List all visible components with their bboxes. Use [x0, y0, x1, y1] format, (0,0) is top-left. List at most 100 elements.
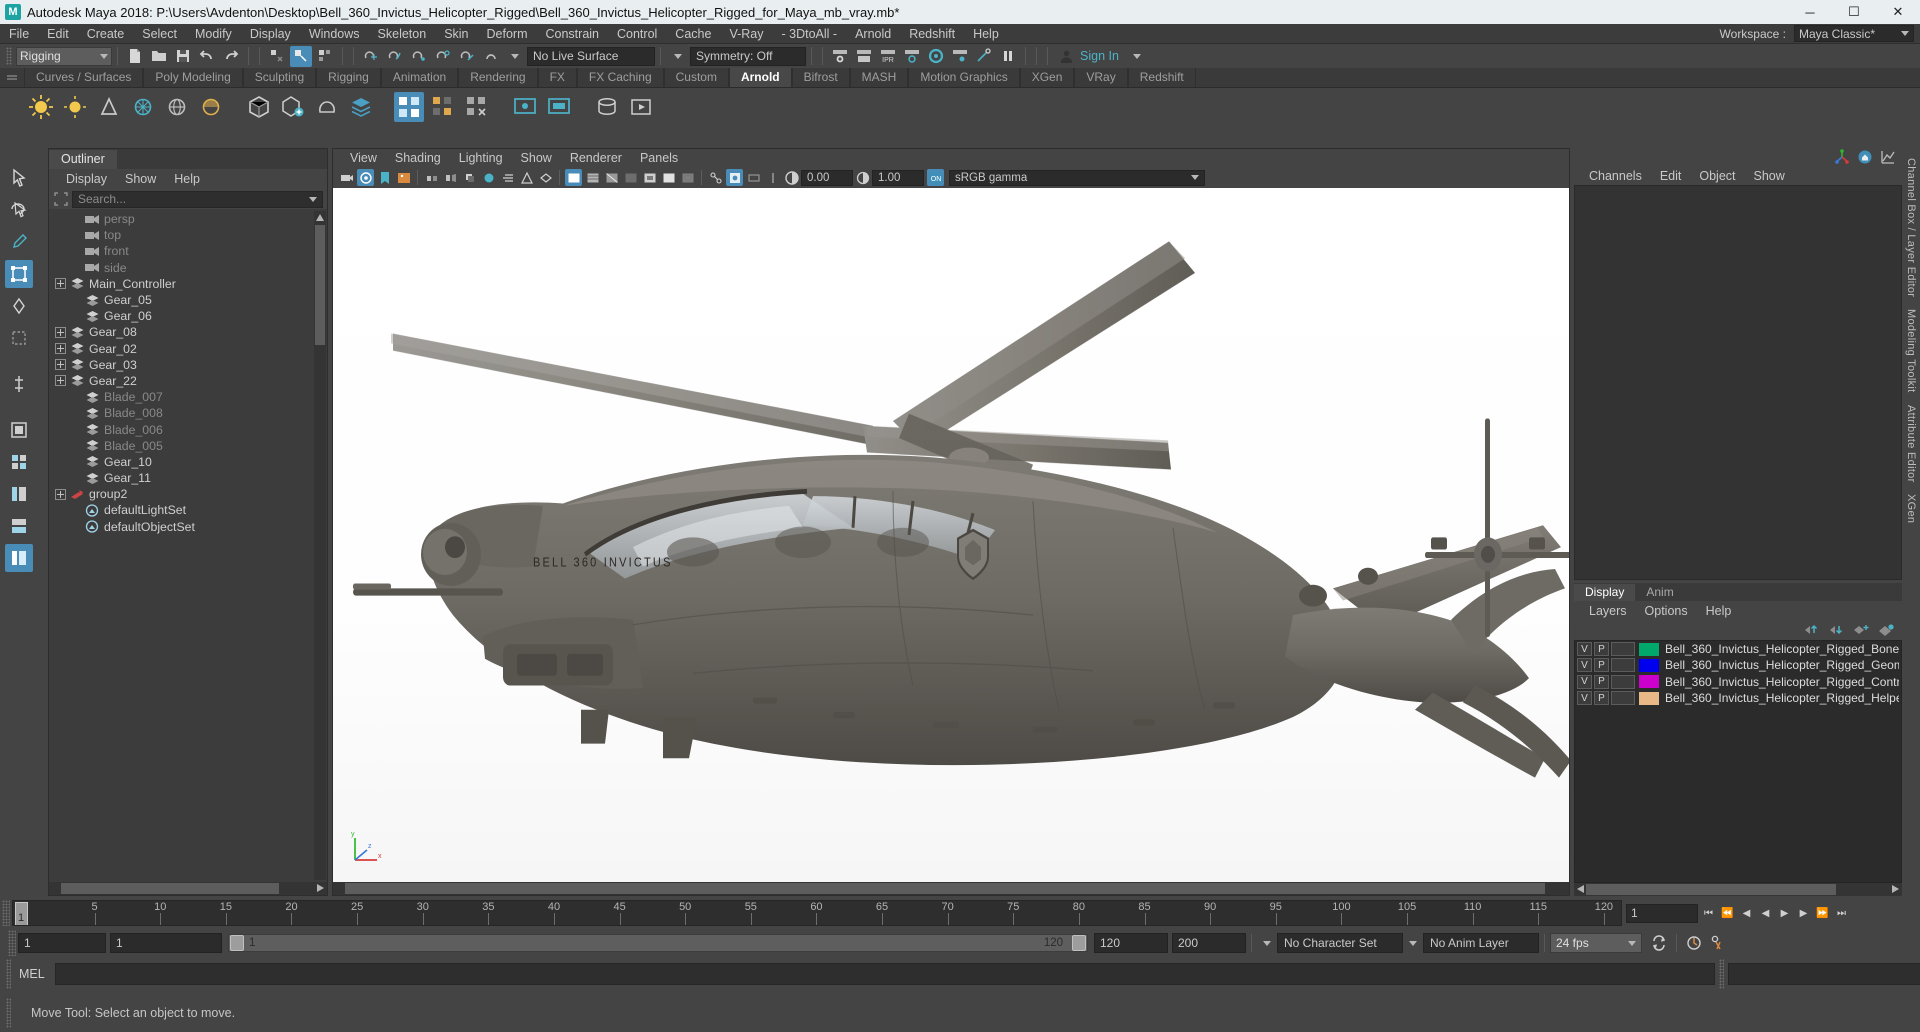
range-slider-gripper[interactable] [8, 930, 16, 956]
range-start-handle[interactable] [230, 935, 244, 951]
viewport-all-lights-icon[interactable] [442, 169, 459, 186]
menu-item-9[interactable]: Deform [478, 24, 537, 44]
arnold-play-icon[interactable] [626, 92, 656, 122]
outliner-item-18[interactable]: defaultLightSet [49, 502, 327, 518]
minimize-button[interactable]: ─ [1788, 0, 1832, 24]
save-scene-button[interactable] [172, 46, 194, 67]
paint-select-tool-button[interactable] [5, 228, 33, 256]
new-layer-from-selection-icon[interactable] [1878, 623, 1894, 637]
scroll-right-arrow-icon[interactable] [1889, 883, 1901, 895]
expander-icon-7[interactable] [55, 326, 66, 338]
menu-item-3[interactable]: Select [133, 24, 186, 44]
snap-to-point-button[interactable] [408, 46, 430, 67]
viewport-flat-shade-icon[interactable] [622, 169, 639, 186]
outliner-item-10[interactable]: Gear_22 [49, 373, 327, 389]
snap-to-projected-center-button[interactable] [432, 46, 454, 67]
playback-start-time-field[interactable]: 1 [110, 933, 222, 953]
shelf-tab-15[interactable]: Redshift [1127, 68, 1196, 87]
layer-playback-toggle[interactable]: P [1594, 642, 1609, 657]
arnold-light-portal-icon[interactable] [162, 92, 192, 122]
shelf-tab-4[interactable]: Animation [380, 68, 459, 87]
redo-button[interactable] [220, 46, 242, 67]
move-tool-button[interactable] [5, 260, 33, 288]
command-language-label[interactable]: MEL [11, 967, 55, 981]
scroll-up-arrow-icon[interactable] [314, 211, 326, 223]
pause-render-button[interactable] [997, 46, 1019, 67]
new-scene-button[interactable] [124, 46, 146, 67]
shelf-tab-1[interactable]: Poly Modeling [143, 68, 243, 87]
channel-box-modeling-toolkit-icon[interactable] [1857, 149, 1873, 165]
menu-item-13[interactable]: V-Ray [720, 24, 772, 44]
viewport-menu-0[interactable]: View [341, 151, 386, 165]
layer-playback-toggle[interactable]: P [1594, 674, 1609, 689]
arnold-area-light-icon[interactable] [26, 92, 56, 122]
scroll-right-arrow-icon[interactable] [314, 882, 326, 894]
viewport-xray-icon[interactable] [679, 169, 696, 186]
command-response-field[interactable] [1728, 963, 1920, 985]
layer-hscroll-thumb[interactable] [1586, 884, 1836, 895]
shelf-tab-5[interactable]: Rendering [458, 68, 538, 87]
menu-item-4[interactable]: Modify [186, 24, 241, 44]
viewport-ao-icon[interactable] [480, 169, 497, 186]
viewport-multisample-icon[interactable] [518, 169, 535, 186]
layer-item-2[interactable]: V P Bell_360_Invictus_Helicopter_Rigged_Co… [1575, 674, 1901, 690]
outliner-item-8[interactable]: Gear_02 [49, 341, 327, 357]
render-current-frame-button[interactable] [829, 46, 851, 67]
viewport-two-sided-lighting-icon[interactable] [423, 169, 440, 186]
viewport-3d-canvas[interactable]: BELL 360 INVICTUS x y z [333, 188, 1569, 882]
menu-item-7[interactable]: Skeleton [369, 24, 436, 44]
viewport-select-camera-icon[interactable] [338, 169, 355, 186]
selection-filter-icon[interactable] [53, 191, 69, 207]
close-button[interactable]: ✕ [1876, 0, 1920, 24]
character-set-chevron-icon[interactable] [1263, 940, 1271, 946]
layer-horizontal-scrollbar[interactable] [1574, 883, 1902, 896]
render-settings-button[interactable] [901, 46, 923, 67]
menu-item-12[interactable]: Cache [666, 24, 720, 44]
step-forward-frame-button[interactable]: ▶ [1795, 904, 1812, 923]
arnold-mesh-light-icon[interactable] [94, 92, 124, 122]
outliner-vertical-scrollbar[interactable] [314, 211, 326, 880]
expander-icon-4[interactable] [55, 278, 66, 290]
scale-tool-button[interactable] [5, 324, 33, 352]
outliner-item-6[interactable]: Gear_06 [49, 308, 327, 324]
side-tab-1[interactable]: Modeling Toolkit [1905, 303, 1917, 398]
outliner-item-11[interactable]: Blade_007 [49, 389, 327, 405]
menu-item-17[interactable]: Help [964, 24, 1008, 44]
shelf-tab-3[interactable]: Rigging [316, 68, 381, 87]
outliner-item-14[interactable]: Blade_005 [49, 438, 327, 454]
viewport-wireframe-icon[interactable] [565, 169, 582, 186]
gamma-field[interactable]: 1.00 [872, 169, 924, 186]
outliner-item-4[interactable]: Main_Controller [49, 276, 327, 292]
layer-item-1[interactable]: V P Bell_360_Invictus_Helicopter_Rigged_Ge… [1575, 657, 1901, 673]
command-line-divider[interactable] [1719, 959, 1724, 989]
arnold-render-icon[interactable] [394, 91, 424, 122]
snap-to-curve-button[interactable] [384, 46, 406, 67]
lasso-tool-button[interactable] [5, 196, 33, 224]
undo-button[interactable] [196, 46, 218, 67]
viewport-menu-1[interactable]: Shading [386, 151, 450, 165]
hypershade-layout-button[interactable] [5, 512, 33, 540]
fps-select[interactable]: 24 fps [1550, 933, 1642, 953]
layer-tab-1[interactable]: Anim [1635, 584, 1685, 601]
menu-item-2[interactable]: Create [78, 24, 134, 44]
viewport-menu-5[interactable]: Panels [631, 151, 687, 165]
layer-menu-0[interactable]: Layers [1580, 604, 1636, 618]
channelbox-menu-2[interactable]: Object [1690, 169, 1744, 183]
menu-item-15[interactable]: Arnold [846, 24, 900, 44]
animation-preferences-button[interactable] [1683, 933, 1705, 954]
play-forwards-button[interactable]: ▶ [1776, 904, 1793, 923]
arnold-render-settings-icon[interactable] [544, 92, 574, 122]
viewport-shadows-icon[interactable] [461, 169, 478, 186]
live-surface-field[interactable]: No Live Surface [527, 46, 655, 66]
anim-end-time-field[interactable]: 200 [1172, 933, 1246, 953]
select-by-object-button[interactable] [290, 45, 312, 67]
outliner-item-7[interactable]: Gear_08 [49, 324, 327, 340]
menu-item-10[interactable]: Constrain [537, 24, 609, 44]
layer-visibility-toggle[interactable]: V [1577, 642, 1592, 657]
maximize-button[interactable]: ☐ [1832, 0, 1876, 24]
move-layer-up-icon[interactable] [1803, 623, 1819, 637]
menu-item-6[interactable]: Windows [300, 24, 369, 44]
layer-tab-0[interactable]: Display [1574, 584, 1636, 601]
command-input[interactable] [55, 963, 1715, 985]
layer-menu-2[interactable]: Help [1697, 604, 1741, 618]
